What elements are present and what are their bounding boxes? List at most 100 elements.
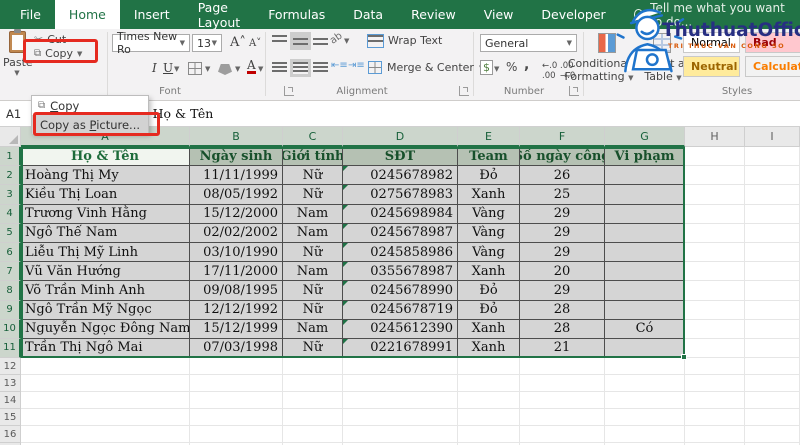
cell-D6[interactable]: 0245858986 — [343, 242, 458, 263]
cell-C3[interactable]: Nữ — [283, 185, 343, 205]
cell-I7[interactable] — [745, 262, 800, 282]
bottom-align-button[interactable] — [313, 38, 328, 50]
style-calculation[interactable]: Calculation — [745, 56, 800, 77]
row-header-1[interactable]: 1 — [0, 147, 21, 167]
cell-B12[interactable] — [190, 358, 283, 376]
cell-E5[interactable]: Vàng — [458, 223, 520, 243]
cell-G11[interactable] — [605, 338, 685, 359]
align-left-button[interactable] — [272, 62, 287, 74]
cell-E16[interactable] — [458, 426, 520, 444]
cell-C11[interactable]: Nữ — [283, 338, 343, 359]
fill-color-dropdown-arrow[interactable]: ▼ — [235, 65, 240, 73]
cell-I9[interactable] — [745, 300, 800, 320]
font-dialog-launcher[interactable] — [284, 86, 294, 96]
cell-C16[interactable] — [283, 426, 343, 444]
cell-B4[interactable]: 15/12/2000 — [190, 204, 283, 224]
row-header-7[interactable]: 7 — [0, 262, 21, 282]
menu-item-copy[interactable]: ⧉ Copy — [32, 96, 148, 115]
cell-H14[interactable] — [685, 392, 745, 410]
number-dialog-launcher[interactable] — [569, 86, 579, 96]
cell-E11[interactable]: Xanh — [458, 338, 520, 359]
cell-H6[interactable] — [685, 242, 745, 263]
cell-D9[interactable]: 0245678719 — [343, 300, 458, 320]
cell-I13[interactable] — [745, 375, 800, 393]
cell-A10[interactable]: Nguyễn Ngọc Đông Nam — [21, 319, 190, 339]
cell-A7[interactable]: Vũ Văn Hướng — [21, 262, 190, 282]
cell-B3[interactable]: 08/05/1992 — [190, 185, 283, 205]
cell-G6[interactable] — [605, 242, 685, 263]
cell-A6[interactable]: Liễu Thị Mỹ Linh — [21, 242, 190, 263]
cell-D2[interactable]: 0245678982 — [343, 166, 458, 186]
cell-F7[interactable]: 20 — [520, 262, 605, 282]
cell-G13[interactable] — [605, 375, 685, 393]
row-header-14[interactable]: 14 — [0, 392, 21, 410]
style-normal[interactable]: Normal — [683, 32, 740, 53]
percent-style-button[interactable]: % — [506, 60, 517, 74]
tab-formulas[interactable]: Formulas — [254, 0, 339, 29]
cell-F13[interactable] — [520, 375, 605, 393]
orientation-button[interactable]: ab — [328, 30, 345, 46]
cell-B6[interactable]: 03/10/1990 — [190, 242, 283, 263]
cell-I14[interactable] — [745, 392, 800, 410]
cell-F15[interactable] — [520, 409, 605, 427]
cell-F14[interactable] — [520, 392, 605, 410]
cell-H8[interactable] — [685, 281, 745, 301]
accounting-format-button[interactable]: $ — [480, 60, 493, 75]
cell-C8[interactable]: Nữ — [283, 281, 343, 301]
tab-insert[interactable]: Insert — [120, 0, 184, 29]
cell-G2[interactable] — [605, 166, 685, 186]
decrease-indent-button[interactable]: ⇤≡ — [331, 60, 348, 71]
cell-D14[interactable] — [343, 392, 458, 410]
grow-font-button[interactable]: A˄ — [230, 35, 246, 50]
cell-G5[interactable] — [605, 223, 685, 243]
formula-content[interactable]: Họ & Tên — [153, 106, 214, 121]
cell-C1[interactable]: Giới tính — [283, 147, 343, 167]
cell-C9[interactable]: Nữ — [283, 300, 343, 320]
row-header-2[interactable]: 2 — [0, 166, 21, 186]
cell-D16[interactable] — [343, 426, 458, 444]
cell-D8[interactable]: 0245678990 — [343, 281, 458, 301]
cell-E10[interactable]: Xanh — [458, 319, 520, 339]
row-header-8[interactable]: 8 — [0, 281, 21, 301]
cell-A14[interactable] — [21, 392, 190, 410]
cell-F16[interactable] — [520, 426, 605, 444]
cell-G9[interactable] — [605, 300, 685, 320]
cell-F3[interactable]: 25 — [520, 185, 605, 205]
select-all-corner[interactable] — [0, 127, 21, 147]
increase-decimal-button[interactable]: ←.0.00 — [542, 61, 557, 81]
cell-B7[interactable]: 17/11/2000 — [190, 262, 283, 282]
cell-H10[interactable] — [685, 319, 745, 339]
menu-item-copy-as-picture-[interactable]: Copy as Picture... — [32, 115, 148, 134]
cell-H11[interactable] — [685, 338, 745, 359]
cell-F9[interactable]: 28 — [520, 300, 605, 320]
middle-align-button[interactable] — [290, 32, 311, 50]
row-header-5[interactable]: 5 — [0, 223, 21, 243]
cell-C14[interactable] — [283, 392, 343, 410]
number-format-combo[interactable]: General ▼ — [480, 34, 577, 52]
cell-C2[interactable]: Nữ — [283, 166, 343, 186]
cell-F12[interactable] — [520, 358, 605, 376]
cell-H7[interactable] — [685, 262, 745, 282]
cell-G12[interactable] — [605, 358, 685, 376]
cell-D15[interactable] — [343, 409, 458, 427]
cell-H13[interactable] — [685, 375, 745, 393]
cell-A5[interactable]: Ngô Thế Nam — [21, 223, 190, 243]
cell-F8[interactable]: 29 — [520, 281, 605, 301]
copy-dropdown-arrow[interactable]: ▼ — [77, 50, 82, 58]
cell-C5[interactable]: Nam — [283, 223, 343, 243]
cell-A8[interactable]: Võ Trần Minh Anh — [21, 281, 190, 301]
align-center-button[interactable] — [290, 59, 311, 77]
cell-D7[interactable]: 0355678987 — [343, 262, 458, 282]
cell-G7[interactable] — [605, 262, 685, 282]
cell-H12[interactable] — [685, 358, 745, 376]
cell-G4[interactable] — [605, 204, 685, 224]
cell-G15[interactable] — [605, 409, 685, 427]
cell-H4[interactable] — [685, 204, 745, 224]
cell-D5[interactable]: 0245678987 — [343, 223, 458, 243]
cell-C7[interactable]: Nam — [283, 262, 343, 282]
col-header-H[interactable]: H — [685, 127, 745, 147]
paste-dropdown-arrow[interactable]: ▼ — [3, 69, 31, 77]
cell-D4[interactable]: 0245698984 — [343, 204, 458, 224]
accounting-dropdown-arrow[interactable]: ▼ — [494, 65, 499, 73]
cell-H5[interactable] — [685, 223, 745, 243]
